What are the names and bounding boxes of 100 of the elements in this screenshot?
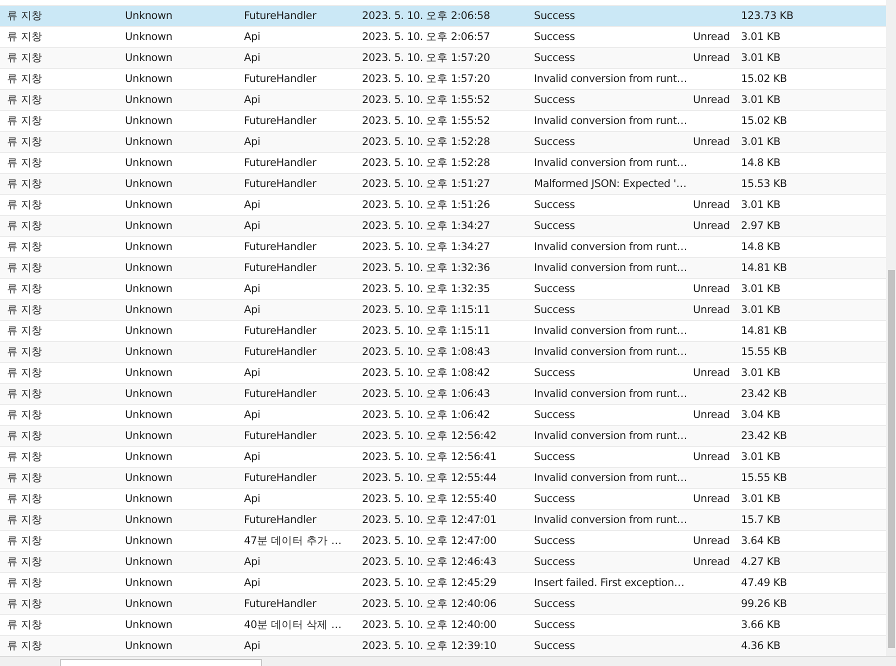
table-cell: 123.73 KB [741,10,794,22]
table-row[interactable]: 류 지창 Unknown FutureHandler 2023. 5. 10. 오후 12:40:06 Success 99.26 KB [0,594,886,615]
table-cell: 2023. 5. 10. 오후 12:46:43 [362,556,496,568]
table-cell: Unknown [125,262,172,274]
table-row[interactable]: 류 지창 Unknown FutureHandler 2023. 5. 10. 오후 12:47:01 Invalid conversion from runt… 15.7 KB [0,510,886,531]
table-cell: Unknown [125,199,172,211]
table-cell: 2023. 5. 10. 오후 1:08:42 [362,367,490,379]
table-row[interactable]: 류 지창 Unknown FutureHandler 2023. 5. 10. 오후 1:08:43 Invalid conversion from runt… 15.55 KB [0,342,886,363]
table-cell: Unknown [125,136,172,148]
scrollbar-thumb[interactable] [888,270,895,648]
table-cell: Api [244,283,260,295]
table-row[interactable]: 류 지창 Unknown Api 2023. 5. 10. 오후 1:52:28 Success Unread 3.01 KB [0,132,886,153]
table-cell: FutureHandler [244,262,316,274]
table-cell: Unknown [125,367,172,379]
table-cell: Unread [693,367,730,379]
table-cell: 23.42 KB [741,388,787,400]
table-cell: 15.55 KB [741,346,787,358]
table-cell: FutureHandler [244,430,316,442]
table-cell: 2023. 5. 10. 오후 12:40:00 [362,619,496,631]
table-cell: 2023. 5. 10. 오후 1:08:43 [362,346,490,358]
table-cell: 류 지창 [7,346,43,358]
table-cell: 2023. 5. 10. 오후 1:34:27 [362,241,490,253]
table-cell: FutureHandler [244,73,316,85]
table-cell: FutureHandler [244,115,316,127]
table-cell: Invalid conversion from runt… [534,115,688,127]
table-cell: 류 지창 [7,367,43,379]
table-cell: 14.81 KB [741,262,787,274]
table-cell: 류 지창 [7,409,43,421]
table-cell: 2023. 5. 10. 오후 1:55:52 [362,115,490,127]
table-cell: Unread [693,52,730,64]
table-cell: Unknown [125,472,172,484]
table-cell: 류 지창 [7,157,43,169]
table-cell: Unknown [125,388,172,400]
table-row[interactable]: 류 지창 Unknown Api 2023. 5. 10. 오후 12:46:43 Success Unread 4.27 KB [0,552,886,573]
table-cell: 47분 데이터 추가 … [244,535,342,547]
table-cell: 2023. 5. 10. 오후 1:57:20 [362,52,490,64]
table-cell: Invalid conversion from runt… [534,325,688,337]
table-cell: Invalid conversion from runt… [534,430,688,442]
table-cell: Unknown [125,52,172,64]
table-cell: Success [534,556,575,568]
table-row[interactable]: 류 지창 Unknown FutureHandler 2023. 5. 10. 오후 1:32:36 Invalid conversion from runt… 14.81 KB [0,258,886,279]
table-cell: Unknown [125,640,172,652]
table-cell: Success [534,598,575,610]
table-cell: Unknown [125,556,172,568]
table-cell: Unknown [125,304,172,316]
table-cell: 2023. 5. 10. 오후 12:47:00 [362,535,496,547]
table-cell: Unknown [125,577,172,589]
table-row[interactable]: 류 지창 Unknown FutureHandler 2023. 5. 10. 오후 1:51:27 Malformed JSON: Expected '… 15.53 KB [0,174,886,195]
table-cell: Success [534,199,575,211]
table-cell: 류 지창 [7,136,43,148]
table-cell: Unread [693,556,730,568]
table-cell: 3.01 KB [741,136,780,148]
table-row[interactable]: 류 지창 Unknown FutureHandler 2023. 5. 10. 오후 12:55:44 Invalid conversion from runt… 15.55 KB [0,468,886,489]
table-cell: 류 지창 [7,283,43,295]
table-cell: 3.01 KB [741,493,780,505]
table-row[interactable]: 류 지창 Unknown FutureHandler 2023. 5. 10. 오후 1:06:43 Invalid conversion from runt… 23.42 KB [0,384,886,405]
scrollbar-thumb[interactable] [60,659,262,666]
table-cell: Unread [693,31,730,43]
table-cell: 2023. 5. 10. 오후 1:06:42 [362,409,490,421]
table-cell: 류 지창 [7,451,43,463]
table-cell: Unknown [125,31,172,43]
table-cell: 15.02 KB [741,73,787,85]
table-row[interactable]: 류 지창 Unknown Api 2023. 5. 10. 오후 1:57:20 Success Unread 3.01 KB [0,48,886,69]
table-row[interactable]: 류 지창 Unknown Api 2023. 5. 10. 오후 1:55:52 Success Unread 3.01 KB [0,90,886,111]
table-cell: Unknown [125,94,172,106]
table-cell: 4.27 KB [741,556,780,568]
table-row[interactable]: 류 지창 Unknown Api 2023. 5. 10. 오후 1:34:27 Success Unread 2.97 KB [0,216,886,237]
table-cell: 2023. 5. 10. 오후 1:51:27 [362,178,490,190]
table-cell: FutureHandler [244,10,316,22]
table-cell: Unknown [125,409,172,421]
table-cell: Api [244,199,260,211]
table-cell: 류 지창 [7,388,43,400]
table-cell: Unread [693,451,730,463]
table-cell: Success [534,535,575,547]
table-cell: 2023. 5. 10. 오후 12:56:41 [362,451,496,463]
table-row[interactable]: 류 지창 Unknown FutureHandler 2023. 5. 10. 오후 12:56:42 Invalid conversion from runt… 23.42 KB [0,426,886,447]
table-cell: Unread [693,304,730,316]
table-cell: 류 지창 [7,262,43,274]
table-cell: 3.04 KB [741,409,780,421]
table-cell: Unread [693,199,730,211]
table-cell: 류 지창 [7,556,43,568]
table-cell: FutureHandler [244,241,316,253]
table-cell: Success [534,367,575,379]
table-cell: FutureHandler [244,178,316,190]
table-row[interactable]: 류 지창 Unknown FutureHandler 2023. 5. 10. 오후 2:06:58 Success 123.73 KB [0,6,886,27]
table-cell: Success [534,493,575,505]
table-cell: 류 지창 [7,640,43,652]
table-cell: 류 지창 [7,178,43,190]
table-cell: Api [244,304,260,316]
table-cell: 15.02 KB [741,115,787,127]
table-cell: Unknown [125,346,172,358]
table-cell: 4.36 KB [741,640,780,652]
table-cell: Invalid conversion from runt… [534,73,688,85]
table-cell: 15.55 KB [741,472,787,484]
table-row[interactable]: 류 지창 Unknown Api 2023. 5. 10. 오후 12:39:10 Success 4.36 KB [0,636,886,657]
table-cell: Unknown [125,241,172,253]
table-cell: 2023. 5. 10. 오후 12:40:06 [362,598,496,610]
table-row[interactable]: 류 지창 Unknown Api 2023. 5. 10. 오후 1:15:11 Success Unread 3.01 KB [0,300,886,321]
table-cell: Invalid conversion from runt… [534,157,688,169]
table-cell: 2023. 5. 10. 오후 1:55:52 [362,94,490,106]
